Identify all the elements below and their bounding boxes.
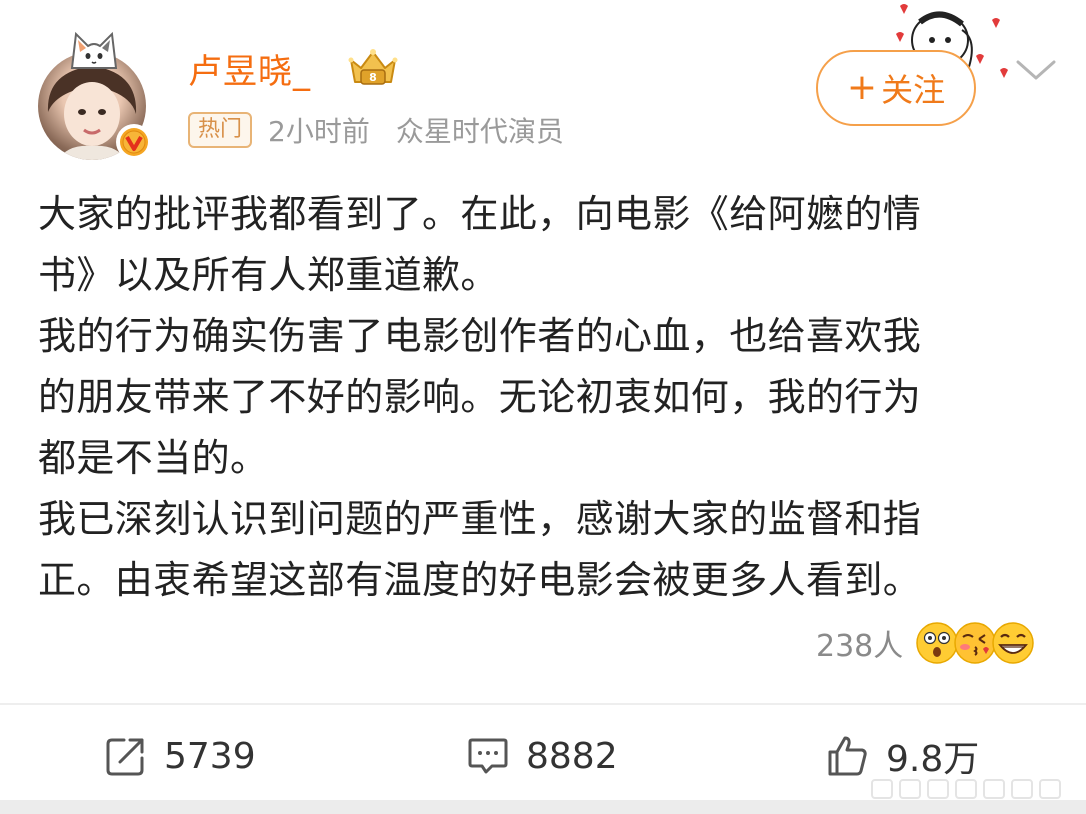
reaction-count: 238人 (816, 629, 904, 664)
repost-icon (106, 738, 144, 776)
verified-badge-icon (116, 124, 152, 160)
post-line: 我已深刻认识到问题的严重性，感谢大家的监督和指 (38, 497, 922, 541)
thumbs-up-icon (828, 736, 867, 776)
post-time: 2小时前 (268, 115, 370, 148)
post-source[interactable]: 众星时代演员 (396, 110, 564, 150)
post-meta: 热门 2小时前 众星时代演员 (188, 110, 564, 150)
comment-icon (468, 738, 508, 774)
repost-count: 5739 (164, 735, 256, 777)
post-line: 大家的批评我都看到了。在此，向电影《给阿嬷的情 (38, 192, 922, 236)
username[interactable]: 卢昱晓_ (188, 44, 311, 93)
reaction-summary[interactable]: 238人 (816, 618, 1035, 668)
vip-crown-icon[interactable]: 8 (347, 46, 399, 88)
svg-text:8: 8 (369, 71, 377, 84)
post-line: 正。由衷希望这部有温度的好电影会被更多人看到。 (38, 558, 922, 602)
post-line: 书》以及所有人郑重道歉。 (38, 253, 499, 297)
divider (0, 703, 1086, 705)
chevron-down-icon[interactable] (1014, 56, 1058, 84)
hot-badge: 热门 (188, 112, 253, 148)
post-content: 大家的批评我都看到了。在此，向电影《给阿嬷的情 书》以及所有人郑重道歉。 我的行… (38, 184, 1048, 611)
follow-label: 关注 (881, 71, 946, 109)
watermark-pattern (871, 779, 1061, 799)
follow-button[interactable]: + 关注 (816, 50, 976, 126)
comment-button[interactable]: 8882 (466, 728, 618, 784)
plus-icon: + (846, 67, 878, 108)
repost-button[interactable]: 5739 (104, 728, 256, 784)
post-line: 的朋友带来了不好的影响。无论初衷如何，我的行为 (38, 375, 922, 419)
grinning-face-icon (992, 622, 1035, 664)
cat-ears-decoration-icon (70, 31, 118, 69)
post-line: 我的行为确实伤害了电影创作者的心血，也给喜欢我 (38, 314, 922, 358)
user-avatar-container[interactable] (38, 31, 156, 160)
post-line: 都是不当的。 (38, 436, 269, 480)
comment-count: 8882 (526, 735, 618, 777)
